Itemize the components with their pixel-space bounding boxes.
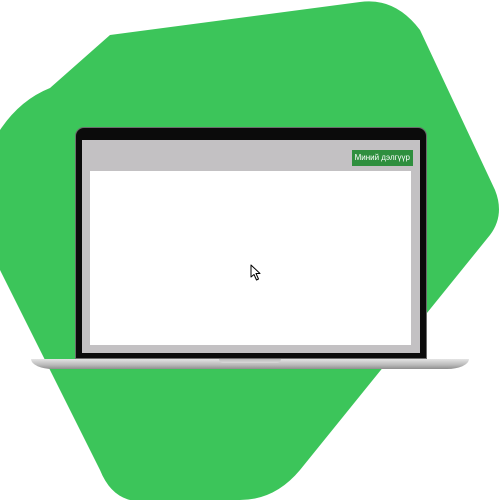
mouse-pointer-icon: [250, 264, 261, 281]
laptop: Миний дэлгүүр: [0, 0, 500, 500]
my-store-button[interactable]: Миний дэлгүүр: [351, 150, 413, 166]
laptop-hinge-notch: [219, 359, 281, 363]
content-area: [90, 171, 411, 345]
laptop-screen: Миний дэлгүүр: [82, 140, 420, 353]
top-toolbar: Миний дэлгүүр: [82, 140, 420, 170]
scene: Миний дэлгүүр: [0, 0, 500, 500]
